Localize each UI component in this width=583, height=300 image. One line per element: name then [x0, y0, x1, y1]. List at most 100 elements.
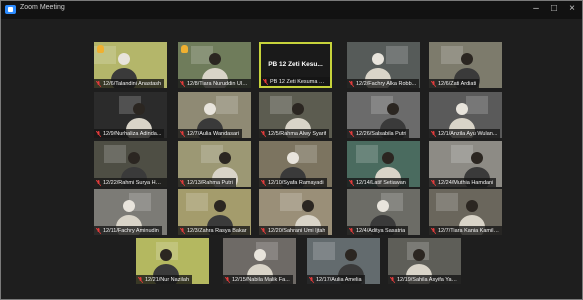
participant-name: 12/21/Nur Nazilah	[145, 276, 190, 283]
zoom-window: Zoom Meeting – □ × 12/6/Talandini Anasta…	[0, 0, 583, 300]
participant-tile[interactable]: 12/7/Aulia Wandasari	[178, 92, 251, 138]
name-bar: 12/24/Muthia Hamdani	[429, 178, 497, 187]
mic-muted-icon	[349, 130, 354, 137]
mic-muted-icon	[261, 227, 266, 234]
participant-name: 12/15/Nabila Malik Fa...	[232, 276, 290, 283]
participant-name: 12/6/Zati Ardiati	[438, 80, 477, 87]
participant-name: 12/8/Tiara Nuruddin Ulum	[187, 80, 248, 87]
participant-tile[interactable]: 12/3/Zahra Rasya Bakar	[178, 189, 251, 235]
name-bar: 12/9/Nurhaliza Adinda...	[94, 129, 165, 138]
name-bar: 12/10/Syafa Ramayadi	[259, 178, 327, 187]
participant-tile[interactable]: 12/24/Muthia Hamdani	[429, 141, 502, 187]
minimize-button[interactable]: –	[529, 2, 543, 16]
name-bar: 12/17/Aulia Amelia	[307, 275, 365, 284]
name-bar: 12/8/Tiara Nuruddin Ulum	[178, 79, 251, 88]
participant-tile[interactable]: 12/11/Fachry Aminudin	[94, 189, 167, 235]
name-bar: 12/21/Nur Nazilah	[136, 275, 193, 284]
participant-name: 12/7/Tiara Kania Kamilah	[438, 227, 499, 234]
title-bar: Zoom Meeting – □ ×	[1, 1, 582, 19]
mic-muted-icon	[349, 227, 354, 234]
participant-name: 12/11/Fachry Aminudin	[103, 227, 159, 234]
name-bar: 12/13/Rahma Putri	[178, 178, 236, 187]
mic-muted-icon	[96, 80, 101, 87]
mic-muted-icon	[349, 179, 354, 186]
gallery-view: 12/6/Talandini Anastash 12/8/Tiara Nurudd…	[1, 19, 582, 299]
zoom-app-icon	[5, 5, 16, 14]
name-bar: 12/19/Sahila Asyifa Yasmin...	[388, 275, 461, 284]
name-bar: 12/26/Salsabila Putri	[347, 129, 410, 138]
mic-muted-icon	[180, 227, 185, 234]
participant-name: 12/4/Aditya Sasatria	[356, 227, 406, 234]
close-button[interactable]: ×	[565, 2, 579, 16]
name-bar: 12/11/Fachry Aminudin	[94, 226, 162, 235]
participant-tile[interactable]: 12/19/Sahila Asyifa Yasmin...	[388, 238, 461, 284]
maximize-button[interactable]: □	[547, 2, 561, 16]
participant-tile[interactable]: 12/8/Tiara Nuruddin Ulum	[178, 42, 251, 88]
participant-tile[interactable]: 12/22/Rahmi Surya Hadi...	[94, 141, 167, 187]
participant-tile[interactable]: 12/1/Anzila Ayu Wulan...	[429, 92, 502, 138]
participant-tile[interactable]: PB 12 Zeti Kesu... PB 12 Zeti Kesuma Dew	[259, 42, 332, 88]
participant-tile[interactable]: 12/13/Rahma Putri	[178, 141, 251, 187]
participant-tile[interactable]: 12/15/Nabila Malik Fa...	[223, 238, 296, 284]
name-bar: 12/5/Rahma Alwy Syarif	[259, 129, 330, 138]
mic-muted-icon	[96, 179, 101, 186]
name-bar: PB 12 Zeti Kesuma Dew	[261, 77, 330, 86]
participant-name: 12/22/Rahmi Surya Hadi...	[103, 179, 164, 186]
name-bar: 12/15/Nabila Malik Fa...	[223, 275, 293, 284]
participant-tile[interactable]: 12/4/Aditya Sasatria	[347, 189, 420, 235]
mic-muted-icon	[96, 130, 101, 137]
mic-muted-icon	[431, 130, 436, 137]
participant-name: 12/17/Aulia Amelia	[316, 276, 362, 283]
participant-tile[interactable]: 12/6/Zati Ardiati	[429, 42, 502, 88]
name-bar: 12/22/Rahmi Surya Hadi...	[94, 178, 167, 187]
name-bar: 12/2/Fachry Alka Robb...	[347, 79, 420, 88]
participant-name: 12/10/Syafa Ramayadi	[268, 179, 324, 186]
participant-tile[interactable]: 12/14/Latif Setiawan	[347, 141, 420, 187]
participant-tile[interactable]: 12/5/Rahma Alwy Syarif	[259, 92, 332, 138]
window-title: Zoom Meeting	[20, 4, 65, 11]
participant-tile[interactable]: 12/9/Nurhaliza Adinda...	[94, 92, 167, 138]
mic-muted-icon	[431, 80, 436, 87]
name-bar: 12/4/Aditya Sasatria	[347, 226, 409, 235]
mic-muted-icon	[261, 130, 266, 137]
name-bar: 12/7/Aulia Wandasari	[178, 129, 243, 138]
participant-tile[interactable]: 12/6/Talandini Anastash	[94, 42, 167, 88]
mic-muted-icon	[309, 276, 314, 283]
participant-tile[interactable]: 12/20/Sahrani Umi Ijtah	[259, 189, 332, 235]
mic-muted-icon	[138, 276, 143, 283]
participant-name: 12/24/Muthia Hamdani	[438, 179, 494, 186]
mic-muted-icon	[431, 227, 436, 234]
participant-name: 12/9/Nurhaliza Adinda...	[103, 130, 162, 137]
name-bar: 12/7/Tiara Kania Kamilah	[429, 226, 502, 235]
participant-tile[interactable]: 12/26/Salsabila Putri	[347, 92, 420, 138]
participant-tile[interactable]: 12/21/Nur Nazilah	[136, 238, 209, 284]
mic-muted-icon	[225, 276, 230, 283]
participant-tile[interactable]: 12/10/Syafa Ramayadi	[259, 141, 332, 187]
participant-tile[interactable]: 12/7/Tiara Kania Kamilah	[429, 189, 502, 235]
participant-name: 12/14/Latif Setiawan	[356, 179, 406, 186]
name-bar: 12/1/Anzila Ayu Wulan...	[429, 129, 501, 138]
participant-name: PB 12 Zeti Kesuma Dew	[270, 78, 327, 85]
name-bar: 12/20/Sahrani Umi Ijtah	[259, 226, 329, 235]
active-speaker-name: PB 12 Zeti Kesu...	[268, 61, 323, 68]
mic-muted-icon	[261, 179, 266, 186]
raised-hand-icon	[97, 45, 104, 53]
participant-name: 12/26/Salsabila Putri	[356, 130, 407, 137]
participant-name: 12/6/Talandini Anastash	[103, 80, 162, 87]
name-bar: 12/14/Latif Setiawan	[347, 178, 409, 187]
participant-tile[interactable]: 12/17/Aulia Amelia	[307, 238, 380, 284]
mic-muted-icon	[390, 276, 395, 283]
participant-name: 12/13/Rahma Putri	[187, 179, 233, 186]
mic-muted-icon	[180, 130, 185, 137]
name-bar: 12/3/Zahra Rasya Bakar	[178, 226, 250, 235]
participant-name: 12/2/Fachry Alka Robb...	[356, 80, 417, 87]
participant-name: 12/20/Sahrani Umi Ijtah	[268, 227, 326, 234]
mic-muted-icon	[180, 179, 185, 186]
mic-muted-icon	[349, 80, 354, 87]
mic-muted-icon	[96, 227, 101, 234]
participant-tile[interactable]: 12/2/Fachry Alka Robb...	[347, 42, 420, 88]
participant-name: 12/5/Rahma Alwy Syarif	[268, 130, 327, 137]
mic-muted-icon	[180, 80, 185, 87]
mic-muted-icon	[263, 78, 268, 85]
raised-hand-icon	[181, 45, 188, 53]
